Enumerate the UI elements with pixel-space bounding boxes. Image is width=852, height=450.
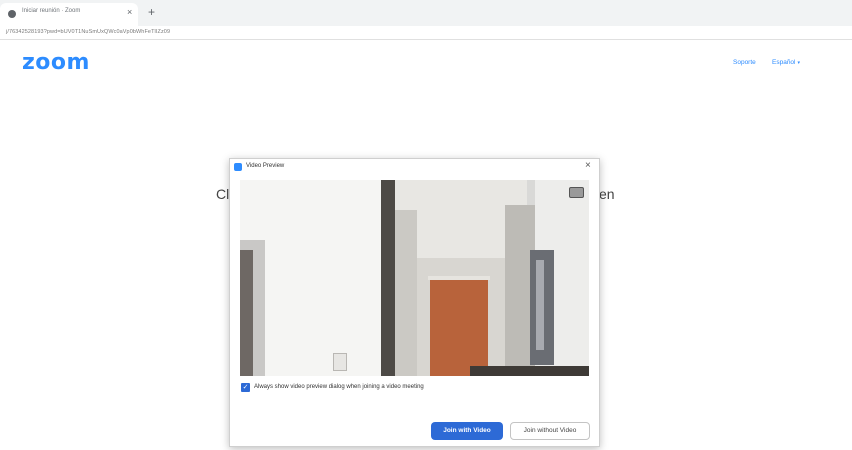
video-door [430, 280, 488, 376]
dialog-titlebar: Video Preview × [230, 159, 599, 175]
browser-tab-bar: Iniciar reunión · Zoom × + [0, 0, 852, 26]
support-link[interactable]: Soporte [733, 59, 756, 66]
video-dark-edge [240, 250, 253, 376]
background-heading-right: en [599, 186, 615, 202]
globe-icon [8, 10, 16, 18]
background-heading-left: Cl [216, 186, 230, 202]
language-label: Español [772, 59, 796, 66]
video-door-frame [381, 180, 395, 376]
close-icon[interactable]: × [585, 160, 591, 172]
chevron-down-icon: ▾ [797, 60, 801, 66]
dialog-title: Video Preview [246, 163, 285, 169]
video-floor [470, 366, 589, 376]
tab-close-icon[interactable]: × [127, 6, 132, 18]
join-with-video-button[interactable]: Join with Video [431, 422, 503, 440]
address-bar[interactable]: j/76342528193?pwd=bUV0T1NuSmUxQWc0aVp0bW… [0, 26, 852, 40]
url-text[interactable]: j/76342528193?pwd=bUV0T1NuSmUxQWc0aVp0bW… [6, 29, 170, 35]
join-without-video-button[interactable]: Join without Video [510, 422, 590, 440]
always-show-preview-label[interactable]: Always show video preview dialog when jo… [254, 384, 424, 390]
camera-settings-icon[interactable] [569, 187, 584, 198]
zoom-logo[interactable]: zoom [22, 50, 90, 75]
tab-title: Iniciar reunión · Zoom [22, 8, 81, 14]
new-tab-button[interactable]: + [148, 5, 155, 19]
always-show-preview-checkbox[interactable]: ✓ [241, 383, 250, 392]
video-corridor-wall-left [395, 210, 417, 376]
video-light-switch [333, 353, 347, 371]
zoom-app-icon [234, 163, 242, 171]
video-preview [240, 180, 589, 376]
browser-tab[interactable]: Iniciar reunión · Zoom × [0, 3, 138, 26]
language-selector[interactable]: Español ▾ [772, 59, 800, 66]
video-preview-dialog: Video Preview × ✓ Always show video prev… [229, 158, 600, 447]
video-shelf-highlight [536, 260, 544, 350]
